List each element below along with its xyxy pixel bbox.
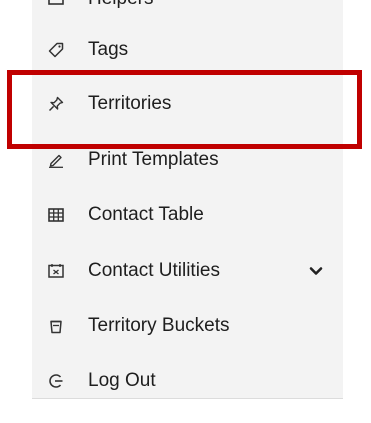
menu-item-label: Contact Utilities [88,260,220,281]
menu-bottom-divider [32,398,343,399]
bucket-icon [48,318,64,334]
menu-item-log-out[interactable]: Log Out [32,362,343,400]
menu-item-label: Territory Buckets [88,315,230,336]
menu-item-label: Contact Table [88,204,204,225]
chevron-down-icon[interactable] [308,263,324,279]
pencil-icon [48,152,64,168]
menu-item-label: Log Out [88,370,156,391]
menu-item-contact-utilities[interactable]: Contact Utilities [32,252,343,290]
logout-icon [48,373,64,389]
menu-item-label: Helpers [88,0,153,10]
helpers-icon [48,0,64,7]
table-icon [48,207,64,223]
menu-item-label: Tags [88,39,129,60]
menu-item-tags[interactable]: Tags [32,31,343,69]
menu-item-territory-buckets[interactable]: Territory Buckets [32,307,343,345]
highlight-box-territories [7,70,362,149]
menu-item-label: Print Templates [88,149,219,170]
menu-item-contact-table[interactable]: Contact Table [32,196,343,234]
menu-item-helpers[interactable]: Helpers [32,0,343,18]
tag-icon [48,42,64,58]
contact-card-icon [48,263,64,279]
